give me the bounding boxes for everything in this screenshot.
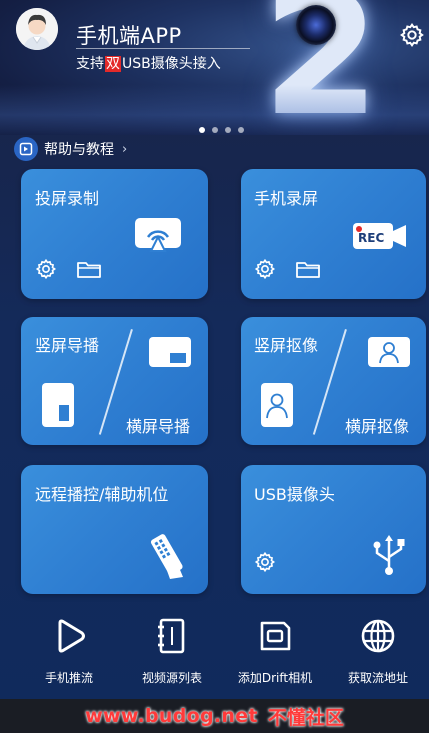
globe-icon (361, 619, 395, 653)
rec-camera-icon: REC (353, 221, 407, 251)
bottom-toolbar: 手机推流 视频源列表 添加Drift相机 获取流地址 (0, 606, 429, 686)
avatar-icon (16, 8, 58, 50)
notebook-icon (158, 618, 185, 654)
card-remote-control[interactable]: 远程播控/辅助机位 (21, 465, 208, 594)
bottom-item-phone-stream[interactable]: 手机推流 (19, 606, 119, 686)
usb-icon (373, 535, 405, 575)
carousel-dot[interactable] (212, 127, 218, 133)
portrait-matting-label[interactable]: 竖屏抠像 (254, 332, 318, 356)
app-title: 手机端APP (76, 24, 182, 48)
rec-badge-text: REC (358, 231, 385, 245)
carousel-dot[interactable] (199, 127, 205, 133)
gear-icon[interactable] (254, 551, 276, 573)
bottom-item-label: 获取流地址 (347, 671, 408, 685)
folder-icon[interactable] (295, 259, 321, 279)
portrait-screen-icon[interactable] (41, 382, 75, 428)
bottom-item-label: 手机推流 (44, 671, 93, 685)
screen-cast-icon (135, 218, 181, 252)
gear-icon[interactable] (254, 258, 276, 280)
card-screen-cast-record[interactable]: 投屏录制 (21, 169, 208, 299)
remote-control-icon (150, 534, 183, 579)
landscape-broadcast-label[interactable]: 横屏导播 (126, 413, 190, 437)
gear-icon[interactable] (35, 258, 57, 280)
portrait-broadcast-label[interactable]: 竖屏导播 (35, 332, 99, 356)
settings-button[interactable] (399, 22, 427, 50)
person-portrait-icon[interactable] (260, 382, 294, 428)
card-usb-camera[interactable]: USB摄像头 (241, 465, 426, 594)
banner-subtitle: 支持双 USB摄像头接入 (76, 53, 221, 73)
subtitle-suffix: USB摄像头接入 (122, 56, 221, 72)
bottom-item-get-stream-url[interactable]: 获取流地址 (328, 606, 428, 686)
watermark-name: 不懂社区 (267, 706, 344, 729)
title-divider (76, 48, 250, 49)
card-label: 手机录屏 (254, 189, 319, 208)
help-tutorial-link[interactable]: 帮助与教程 › (14, 137, 127, 161)
card-label: 远程播控/辅助机位 (35, 485, 169, 504)
play-icon (58, 619, 85, 653)
bottom-item-label: 视频源列表 (141, 671, 202, 685)
bottom-item-label: 添加Drift相机 (237, 671, 313, 685)
carousel-dot[interactable] (238, 127, 244, 133)
card-broadcast[interactable]: 竖屏导播 横屏导播 (21, 317, 208, 445)
watermark-url: www.budog.net (85, 705, 258, 727)
person-screen-icon[interactable] (367, 336, 411, 368)
sd-card-icon (260, 621, 291, 651)
carousel-indicator (199, 127, 244, 133)
subtitle-highlight: 双 (105, 56, 121, 72)
landscape-matting-label[interactable]: 横屏抠像 (345, 413, 409, 437)
camera-lens-graphic (296, 5, 336, 45)
folder-icon[interactable] (76, 259, 102, 279)
gear-icon (400, 23, 424, 48)
bottom-item-source-list[interactable]: 视频源列表 (122, 606, 222, 686)
card-label: USB摄像头 (254, 485, 335, 504)
landscape-screen-icon[interactable] (148, 336, 192, 368)
card-label: 投屏录制 (35, 189, 100, 208)
carousel-dot[interactable] (225, 127, 231, 133)
watermark: www.budog.net 不懂社区 (0, 699, 429, 733)
bottom-item-add-drift-camera[interactable]: 添加Drift相机 (225, 606, 325, 686)
user-avatar[interactable] (16, 8, 58, 50)
subtitle-prefix: 支持 (76, 56, 104, 72)
help-label: 帮助与教程 (44, 142, 114, 158)
help-icon (14, 137, 38, 161)
chevron-right-icon: › (122, 141, 128, 157)
card-phone-record[interactable]: 手机录屏 REC (241, 169, 426, 299)
card-matting[interactable]: 竖屏抠像 横屏抠像 (241, 317, 426, 445)
